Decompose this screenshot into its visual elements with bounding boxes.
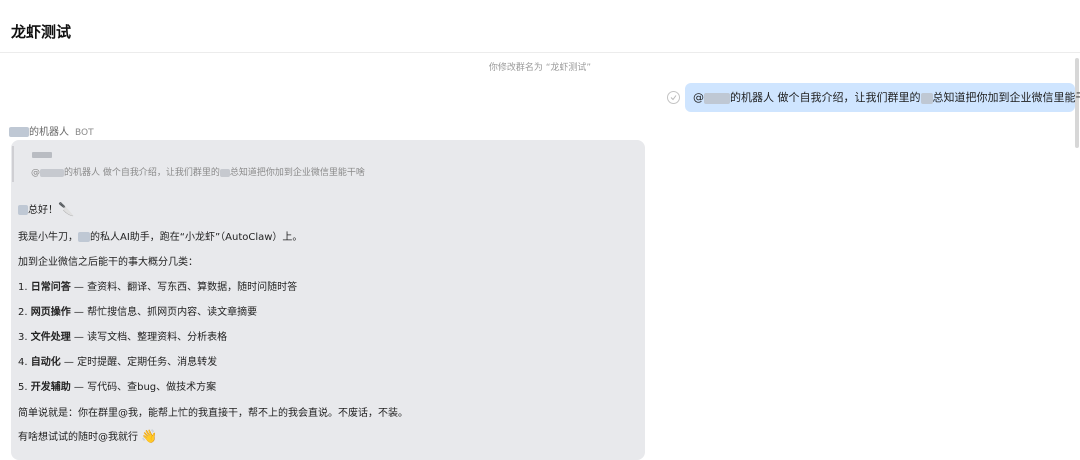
sender-label: 的机器人 BOT	[9, 123, 94, 138]
redacted-name	[704, 93, 730, 104]
chat-title: 龙虾测试	[11, 21, 71, 42]
list-item: 1. 日常问答 — 查资料、翻译、写东西、算数据，随时问随时答	[18, 278, 297, 293]
check-circle-icon	[667, 91, 680, 104]
list-item: 3. 文件处理 — 读写文档、整理资料、分析表格	[18, 328, 227, 343]
redacted-name	[921, 93, 933, 104]
outgoing-message[interactable]: @的机器人 做个自我介绍，让我们群里的总知道把你加到企业微信里能干啥	[685, 83, 1075, 112]
system-message: 你修改群名为 “龙虾测试”	[0, 60, 1080, 73]
list-item: 5. 开发辅助 — 写代码、查bug、做技术方案	[18, 378, 216, 393]
redacted-name	[9, 127, 29, 137]
redacted-name	[78, 232, 90, 242]
redacted-name	[18, 205, 28, 215]
sender-name: 的机器人	[29, 127, 69, 138]
reply-greeting: 总好！🔪	[18, 201, 74, 218]
bot-badge: BOT	[75, 128, 94, 138]
mention-symbol: @	[693, 91, 704, 104]
quoted-message[interactable]: @的机器人 做个自我介绍，让我们群里的总知道把你加到企业微信里能干啥	[12, 146, 632, 182]
redacted-quote-sender	[32, 152, 52, 158]
outgoing-text-2: 总知道把你加到企业微信里能干啥	[933, 91, 1080, 104]
reply-summary: 简单说就是：你在群里@我，能帮上忙的我直接干，帮不上的我会直说。不废话，不装。	[18, 404, 408, 419]
outgoing-text: 的机器人 做个自我介绍，让我们群里的	[730, 91, 921, 104]
quote-text: @的机器人 做个自我介绍，让我们群里的总知道把你加到企业微信里能干啥	[31, 165, 365, 178]
reply-closing: 有啥想试试的随时@我就行 👋	[18, 428, 157, 445]
list-item: 4. 自动化 — 定时提醒、定期任务、消息转发	[18, 353, 217, 368]
waving-hand-icon: 👋	[141, 430, 157, 445]
knife-icon: 🔪	[58, 203, 74, 218]
list-item: 2. 网页操作 — 帮忙搜信息、抓网页内容、读文章摘要	[18, 303, 257, 318]
reply-lead: 加到企业微信之后能干的事大概分几类：	[18, 253, 198, 268]
reply-intro: 我是小牛刀，的私人AI助手，跑在“小龙虾”（AutoClaw）上。	[18, 228, 302, 243]
chat-header: 龙虾测试	[0, 0, 1080, 53]
